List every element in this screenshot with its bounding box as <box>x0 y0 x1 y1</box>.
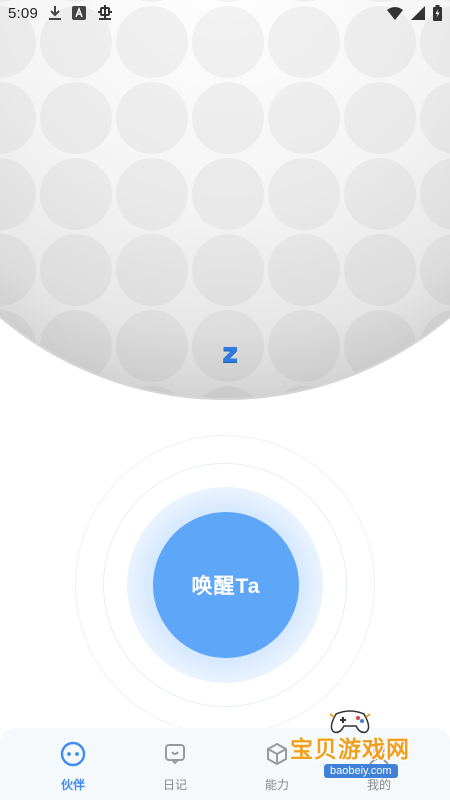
status-right <box>387 5 442 21</box>
partner-icon <box>59 740 87 768</box>
watermark-url: baobeiy.com <box>324 764 398 778</box>
bug-icon <box>96 4 114 22</box>
status-bar: 5:09 <box>0 0 450 26</box>
wifi-icon <box>387 6 403 20</box>
battery-icon <box>433 5 442 21</box>
wake-area: 唤醒Ta <box>75 435 375 735</box>
signal-icon <box>411 6 425 20</box>
nav-label-partner: 伙伴 <box>60 778 85 792</box>
sleep-z-icon: z <box>222 336 239 369</box>
status-time: 5:09 <box>8 4 38 22</box>
nav-label-diary: 日记 <box>162 778 187 792</box>
diary-icon <box>161 740 189 768</box>
text-a-icon <box>72 6 86 20</box>
watermark: 宝贝游戏网 baobeiy.com <box>268 708 448 788</box>
pet-display[interactable]: z <box>0 0 450 440</box>
nav-item-diary[interactable]: 日记 <box>124 728 226 800</box>
wake-button[interactable]: 唤醒Ta <box>153 512 299 658</box>
watermark-title: 宝贝游戏网 <box>290 737 410 763</box>
nav-item-partner[interactable]: 伙伴 <box>22 728 124 800</box>
download-icon <box>48 5 62 21</box>
status-left: 5:09 <box>8 4 114 22</box>
